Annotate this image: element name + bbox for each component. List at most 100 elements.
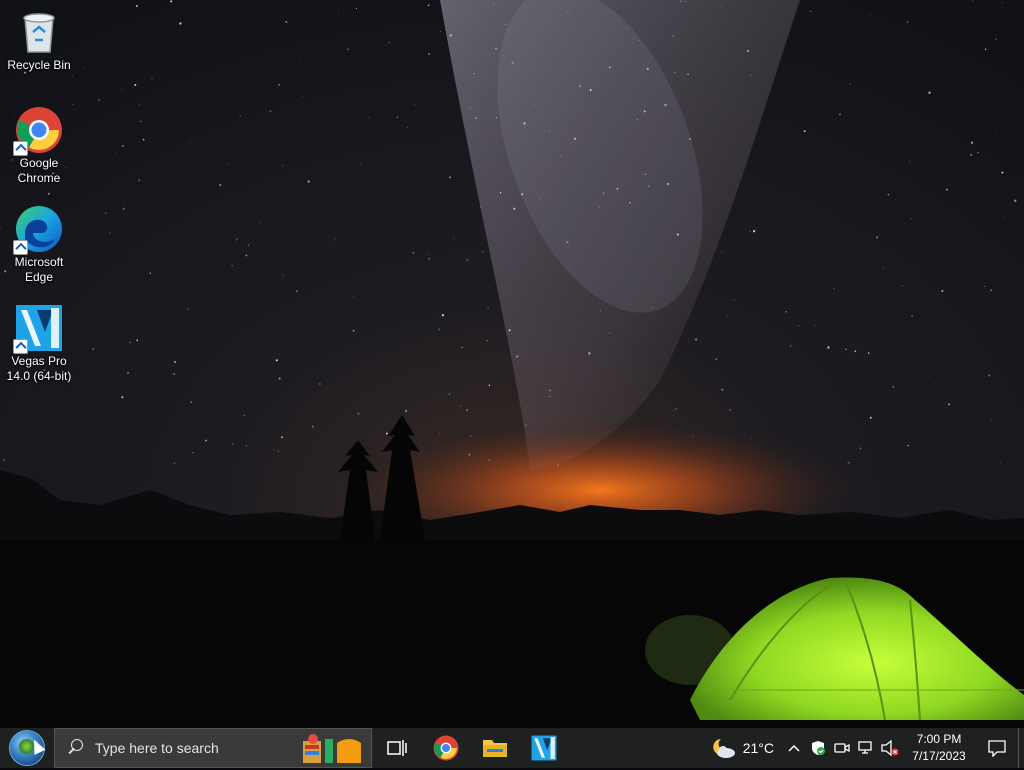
search-highlight-icon[interactable] [301, 733, 365, 765]
star [680, 0, 682, 3]
star [809, 10, 812, 13]
star [511, 61, 514, 64]
chrome-icon [433, 735, 458, 761]
star [245, 445, 247, 447]
start-button[interactable] [0, 728, 54, 768]
star [573, 137, 576, 140]
star [493, 3, 495, 5]
star [301, 468, 302, 470]
star [599, 206, 601, 208]
star [599, 309, 602, 312]
star [687, 73, 689, 75]
star [357, 412, 360, 415]
star [179, 22, 182, 25]
star [460, 405, 462, 407]
notification-center-button[interactable] [976, 728, 1018, 768]
task-view-button[interactable] [372, 728, 421, 768]
star [126, 371, 130, 374]
star [192, 452, 194, 454]
taskbar-search-box[interactable]: Type here to search [54, 728, 372, 768]
star [721, 388, 724, 391]
meet-now-icon [834, 743, 850, 753]
star [803, 130, 806, 133]
star [449, 176, 451, 179]
star [219, 184, 222, 186]
star [453, 257, 455, 259]
star [785, 310, 787, 313]
star [720, 6, 722, 8]
star [646, 67, 649, 70]
star [569, 266, 571, 268]
taskbar-chrome-button[interactable] [421, 728, 470, 768]
star [673, 71, 676, 74]
vegas-pro-icon [13, 304, 63, 354]
star [984, 48, 987, 51]
star [385, 432, 388, 435]
star [588, 352, 591, 355]
star [859, 447, 862, 449]
star [850, 282, 852, 283]
taskbar-file-explorer-button[interactable] [470, 728, 519, 768]
shortcut-arrow-icon [13, 339, 28, 354]
star [228, 164, 230, 166]
star [982, 241, 983, 243]
star [603, 192, 605, 194]
desktop-icon-microsoft-edge[interactable]: Microsoft Edge [1, 199, 77, 285]
star [669, 3, 671, 4]
star [172, 17, 174, 18]
vegas-pro-icon [531, 735, 556, 761]
taskbar-clock[interactable]: 7:00 PM 7/17/2023 [902, 731, 976, 765]
star [307, 180, 310, 183]
star [694, 338, 698, 341]
desktop-icon-label: Google Chrome [17, 156, 61, 185]
security-shield-icon [812, 741, 825, 755]
weather-widget[interactable]: 21°C [703, 728, 782, 768]
star [388, 41, 391, 44]
chevron-up-icon [788, 744, 800, 752]
star [629, 202, 631, 204]
taskbar-vegas-pro-button[interactable] [519, 728, 568, 768]
star [972, 355, 974, 356]
star [205, 439, 207, 442]
star [335, 239, 337, 241]
star [672, 35, 674, 37]
star [368, 117, 370, 119]
star [869, 416, 872, 419]
star [970, 141, 974, 144]
desktop-icon-label: Microsoft Edge [14, 255, 64, 284]
search-placeholder: Type here to search [95, 740, 219, 756]
star [499, 191, 502, 194]
volume-tray-button[interactable] [878, 728, 902, 768]
star [608, 331, 611, 334]
network-tray-button[interactable] [854, 728, 878, 768]
star [174, 360, 176, 363]
network-icon [858, 741, 872, 754]
star [278, 377, 281, 380]
star [508, 329, 511, 332]
star [854, 350, 857, 353]
star [486, 340, 488, 342]
desktop-icon-google-chrome[interactable]: Google Chrome [1, 100, 77, 186]
security-tray-button[interactable] [806, 728, 830, 768]
star [173, 373, 175, 375]
star [747, 50, 750, 52]
meet-now-tray-button[interactable] [830, 728, 854, 768]
desktop-icon-recycle-bin[interactable]: Recycle Bin [1, 2, 77, 73]
star [513, 207, 516, 210]
star [302, 96, 304, 97]
star [910, 217, 912, 220]
show-hidden-icons-button[interactable] [782, 728, 806, 768]
star [83, 67, 85, 69]
desktop-icon-vegas-pro[interactable]: Vegas Pro 14.0 (64-bit) [1, 298, 77, 384]
star [142, 138, 145, 141]
star [867, 352, 870, 354]
star [833, 287, 835, 290]
show-desktop-button[interactable] [1018, 728, 1024, 768]
star [927, 376, 929, 377]
desktop-icon-label: Vegas Pro 14.0 (64-bit) [6, 354, 72, 383]
star [299, 57, 301, 59]
star [911, 315, 913, 317]
star [733, 299, 735, 301]
star [548, 389, 552, 392]
star [406, 133, 408, 134]
